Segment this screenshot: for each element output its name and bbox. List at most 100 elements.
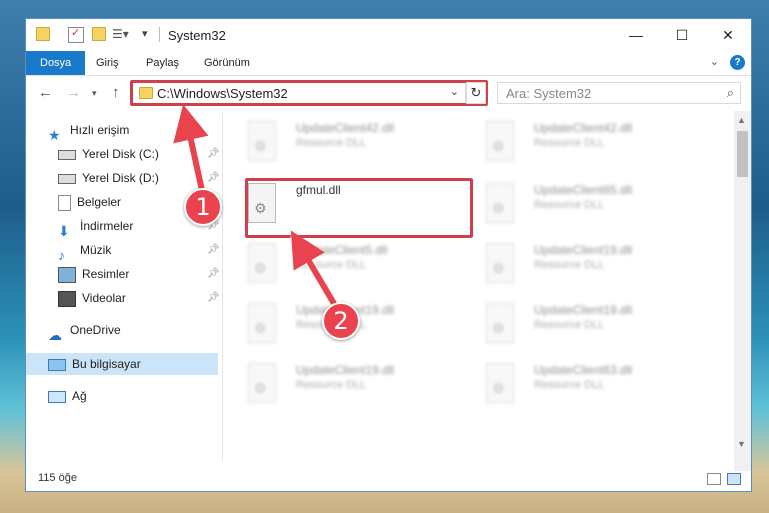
details-view-icon[interactable] <box>707 473 721 485</box>
pin-icon[interactable]: 📌︎ <box>207 239 220 261</box>
nav-item-documents[interactable]: Belgeler <box>58 191 121 213</box>
nav-item-local-disk-d[interactable]: Yerel Disk (D:) <box>58 167 159 189</box>
star-icon: ★ <box>48 126 61 143</box>
scroll-up-icon[interactable]: ▲ <box>737 115 746 125</box>
nav-network[interactable]: Ağ <box>48 385 87 407</box>
file-type: Resource DLL <box>534 137 605 149</box>
nav-this-pc[interactable]: Bu bilgisayar <box>48 353 141 375</box>
nav-this-pc-label: Bu bilgisayar <box>72 357 141 371</box>
file-item[interactable]: UpdateClient65.dll Resource DLL <box>464 179 694 235</box>
file-name: UpdateClient19.dll <box>534 303 633 317</box>
explorer-window: ✓ ☰▾ ▾ System32 — ☐ ✕ Dosya Giriş Paylaş… <box>25 18 752 492</box>
title-bar: ✓ ☰▾ ▾ System32 — ☐ ✕ <box>26 19 751 51</box>
pictures-icon <box>58 266 76 283</box>
tab-file[interactable]: Dosya <box>26 51 86 75</box>
nav-item-label: Resimler <box>82 267 130 281</box>
file-item[interactable]: UpdateClient5.dll Resource DLL <box>226 239 456 295</box>
recent-locations-icon[interactable]: ▾ <box>92 88 97 99</box>
drive-icon <box>58 173 76 184</box>
file-name: UpdateClient65.dll <box>534 183 633 197</box>
nav-item-label: Müzik <box>80 243 112 257</box>
address-highlight-box <box>130 80 488 106</box>
maximize-button[interactable]: ☐ <box>659 19 705 51</box>
back-arrow-icon[interactable]: ← <box>38 84 53 101</box>
tab-share[interactable]: Paylaş <box>140 51 185 75</box>
folder-icon <box>36 27 50 41</box>
nav-item-music[interactable]: ♪ Müzik <box>58 239 112 263</box>
file-type: Resource DLL <box>534 199 605 211</box>
step-2-badge: 2 <box>322 302 360 340</box>
help-button[interactable]: ? <box>730 55 745 70</box>
music-note-icon: ♪ <box>58 246 65 263</box>
dll-file-icon <box>486 243 514 283</box>
scroll-down-icon[interactable]: ▼ <box>737 439 746 449</box>
file-type: Resource DLL <box>296 137 367 149</box>
cloud-icon: ☁ <box>48 326 62 343</box>
dll-file-icon <box>486 303 514 343</box>
nav-onedrive[interactable]: ☁ OneDrive <box>48 319 121 343</box>
navigation-pane: ★ Hızlı erişim Yerel Disk (C:) 📌︎ Yerel D… <box>26 113 221 463</box>
scrollbar-thumb[interactable] <box>737 131 748 177</box>
nav-item-pictures[interactable]: Resimler <box>58 263 129 285</box>
nav-quick-access-label: Hızlı erişim <box>70 123 130 137</box>
pin-icon[interactable]: 📌︎ <box>207 167 220 189</box>
pane-divider <box>222 113 223 461</box>
expand-ribbon-icon[interactable]: ⌄ <box>710 55 719 68</box>
nav-item-local-disk-c[interactable]: Yerel Disk (C:) <box>58 143 159 165</box>
pin-icon[interactable]: 📌︎ <box>207 143 220 165</box>
film-icon <box>58 290 76 307</box>
nav-item-label: İndirmeler <box>80 219 134 233</box>
dll-file-icon <box>486 363 514 403</box>
pin-icon[interactable]: 📌︎ <box>207 263 220 285</box>
search-icon[interactable]: ⌕ <box>727 85 734 101</box>
properties-icon[interactable]: ✓ <box>68 27 84 43</box>
refresh-button[interactable]: ↻ <box>466 82 486 104</box>
file-item[interactable]: UpdateClient42.dll Resource DLL <box>226 117 456 173</box>
nav-item-videos[interactable]: Videolar <box>58 287 126 309</box>
nav-quick-access[interactable]: ★ Hızlı erişim <box>48 119 130 143</box>
file-item[interactable]: UpdateClient19.dll Resource DLL <box>464 239 694 295</box>
pin-icon[interactable]: 📌︎ <box>207 287 220 309</box>
computer-icon <box>48 358 66 371</box>
view-menu-icon[interactable]: ☰▾ <box>112 27 129 41</box>
file-item[interactable]: UpdateClient63.dll Resource DLL <box>464 359 694 415</box>
item-count: 115 öğe <box>38 472 77 484</box>
file-item[interactable]: UpdateClient19.dll Resource DLL <box>226 359 456 415</box>
close-button[interactable]: ✕ <box>705 19 751 51</box>
search-box[interactable]: Ara: System32 ⌕ <box>497 82 741 104</box>
drive-icon <box>58 149 76 160</box>
tab-view[interactable]: Görünüm <box>198 51 256 75</box>
search-placeholder: Ara: System32 <box>506 86 592 101</box>
file-item[interactable]: UpdateClient42.dll Resource DLL <box>464 117 694 173</box>
title-separator <box>159 27 160 42</box>
file-name: UpdateClient19.dll <box>534 243 633 257</box>
ribbon-tabs: Dosya Giriş Paylaş Görünüm ⌄ ? <box>26 51 751 76</box>
forward-arrow-icon[interactable]: → <box>66 84 81 101</box>
file-name: UpdateClient42.dll <box>534 121 633 135</box>
file-type: Resource DLL <box>296 259 367 271</box>
minimize-button[interactable]: — <box>613 19 659 51</box>
dll-file-icon <box>248 243 276 283</box>
file-type: Resource DLL <box>534 259 605 271</box>
customize-toolbar-icon[interactable]: ▾ <box>142 27 156 41</box>
dll-file-icon <box>486 121 514 161</box>
file-highlight-box <box>245 178 473 238</box>
dll-file-icon <box>248 303 276 343</box>
new-folder-icon[interactable] <box>92 27 106 41</box>
navigation-bar: ← → ▾ ↑ C:\Windows\System32 ⌄ ↻ Ara: Sys… <box>26 76 751 110</box>
network-icon <box>48 390 66 403</box>
nav-item-downloads[interactable]: ⬇ İndirmeler <box>58 215 134 239</box>
document-icon <box>58 194 71 211</box>
tab-home[interactable]: Giriş <box>90 51 125 75</box>
up-arrow-icon[interactable]: ↑ <box>112 84 120 101</box>
dll-file-icon <box>248 363 276 403</box>
step-1-badge: 1 <box>184 188 222 226</box>
file-item[interactable]: UpdateClient19.dll Resource DLL <box>464 299 694 355</box>
vertical-scrollbar[interactable]: ▲ ▼ <box>734 111 751 471</box>
nav-item-label: Belgeler <box>77 195 122 209</box>
file-name: UpdateClient63.dll <box>534 363 633 377</box>
window-title: System32 <box>168 28 226 43</box>
large-icons-view-icon[interactable] <box>727 473 741 485</box>
nav-onedrive-label: OneDrive <box>70 323 121 337</box>
nav-item-label: Yerel Disk (D:) <box>82 171 159 185</box>
